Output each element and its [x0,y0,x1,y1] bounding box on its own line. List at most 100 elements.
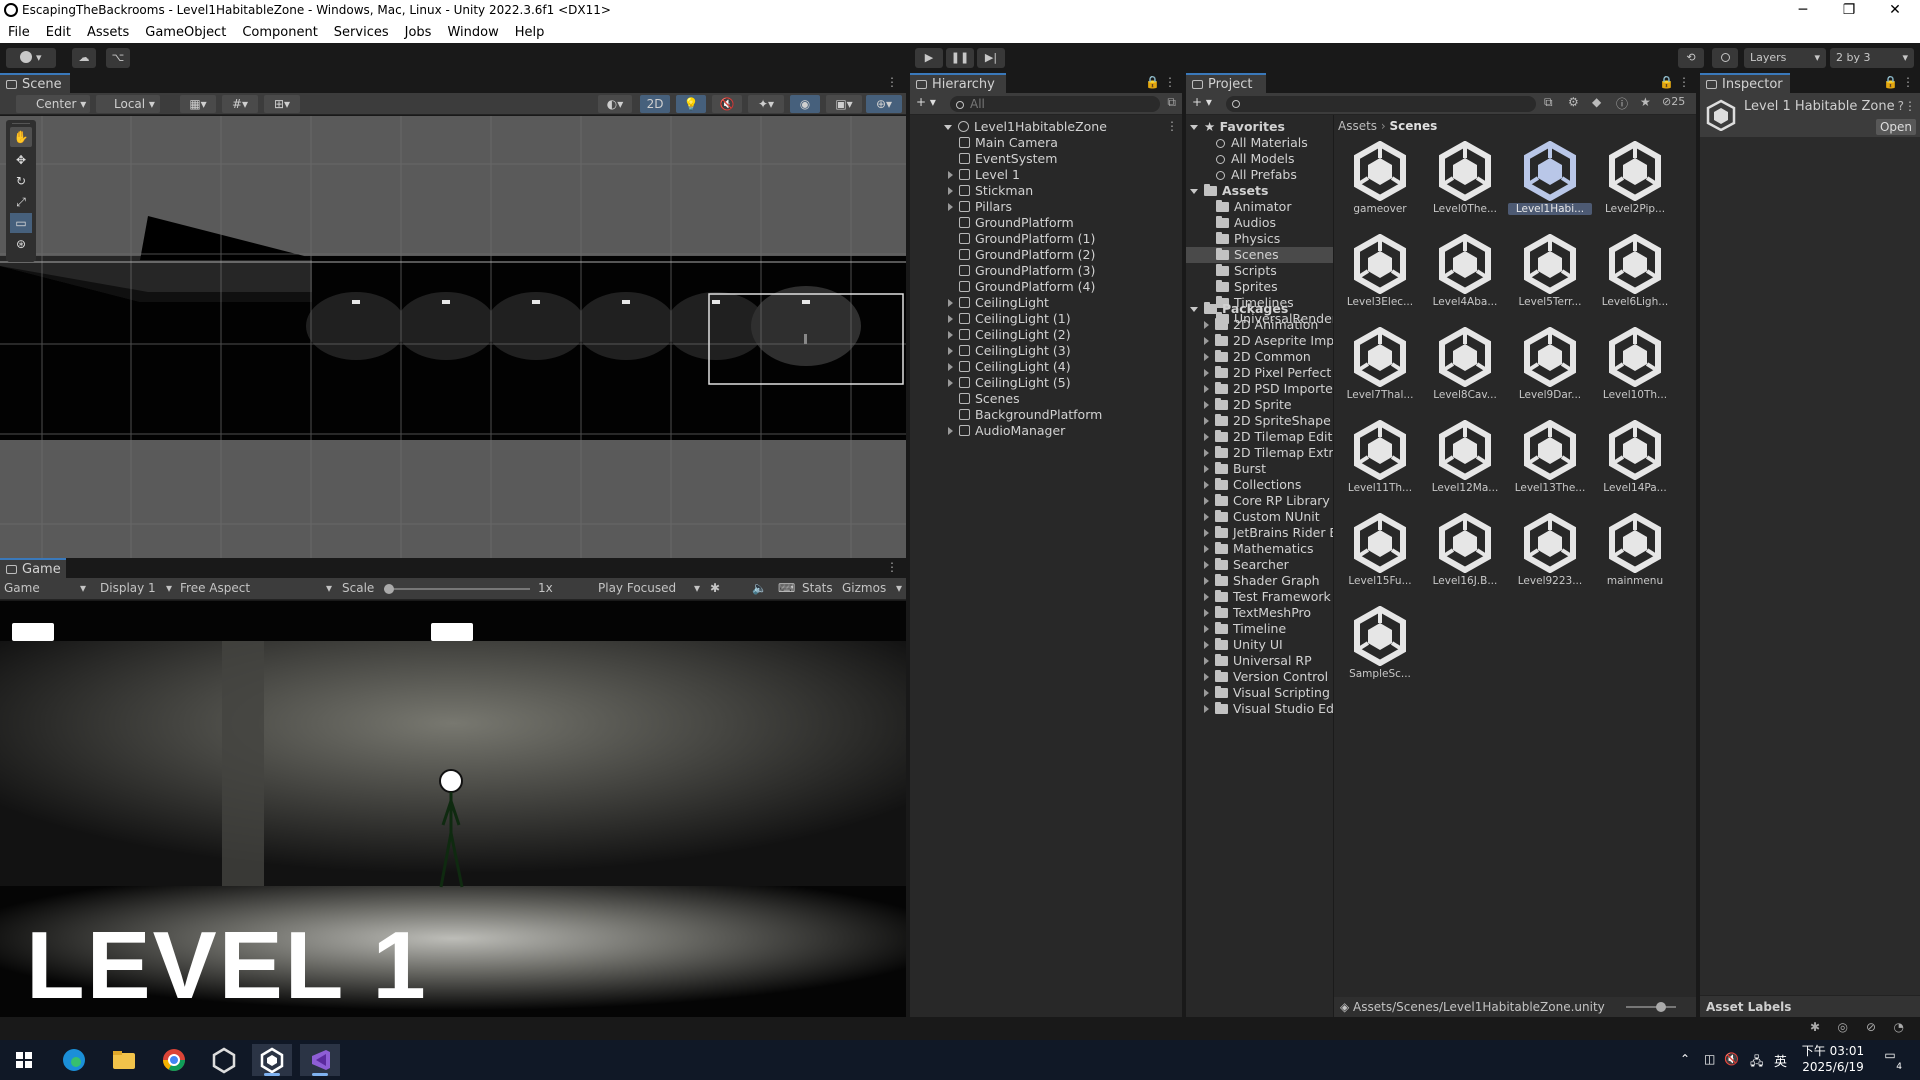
hierarchy-root-scene[interactable]: Level1HabitableZone [944,119,1164,135]
menu-window[interactable]: Window [439,22,506,42]
package-item[interactable]: Searcher [1204,557,1289,573]
cache-icon[interactable]: ◎ [1838,1020,1848,1034]
scene-asset[interactable]: Level16J.B... [1423,509,1507,599]
hierarchy-item[interactable]: GroundPlatform (2) [948,247,1095,263]
pause-button[interactable]: ❚❚ [946,48,974,68]
filter-icon[interactable]: ⧉ [1167,95,1176,110]
asset-folder-item[interactable]: Scripts [1186,263,1333,279]
favorites-header[interactable]: ★ Favorites [1190,119,1285,135]
expand-arrow-icon[interactable] [1204,369,1209,377]
transform-tool-icon[interactable]: ⊛ [10,234,32,254]
hierarchy-item[interactable]: CeilingLight (2) [948,327,1071,343]
package-item[interactable]: 2D Tilemap Extras [1204,445,1333,461]
hierarchy-item[interactable]: BackgroundPlatform [948,407,1102,423]
assets-header[interactable]: Assets [1190,183,1268,199]
package-item[interactable]: Timeline [1204,621,1286,637]
menu-assets[interactable]: Assets [79,22,137,42]
expand-arrow-icon[interactable] [1204,705,1209,713]
collab-button[interactable]: ⌥ [106,48,130,68]
expand-arrow-icon[interactable] [1204,529,1209,537]
hierarchy-item[interactable]: CeilingLight (5) [948,375,1071,391]
package-item[interactable]: 2D Sprite [1204,397,1292,413]
lock-icon[interactable]: 🔒 [1883,75,1898,89]
hierarchy-item[interactable]: CeilingLight (4) [948,359,1071,375]
visual-studio-app[interactable] [300,1044,340,1076]
scene-asset[interactable]: Level1Habi... [1508,137,1592,227]
start-button[interactable] [4,1044,44,1076]
camera-tray-icon[interactable]: ◫ [1704,1052,1715,1066]
hidden-objects-toggle[interactable]: ◉ [790,95,820,113]
grid-visibility-button[interactable]: #▾ [222,95,258,113]
create-asset-button[interactable]: + ▾ [1192,95,1212,109]
expand-arrow-icon[interactable] [1204,561,1209,569]
expand-arrow-icon[interactable] [948,347,953,355]
view-dropdown[interactable]: Game ▾ [4,581,88,595]
kebab-menu-icon[interactable]: ⋮ [1166,119,1178,133]
file-explorer-app[interactable] [104,1044,144,1076]
display-dropdown[interactable]: Display 1 ▾ [100,581,172,595]
asset-folder-item[interactable]: Scenes [1186,247,1333,263]
scale-slider-knob[interactable] [384,584,394,594]
hierarchy-item[interactable]: EventSystem [948,151,1057,167]
scene-asset[interactable]: SampleSc... [1338,602,1422,692]
expand-arrow-icon[interactable] [1204,513,1209,521]
scene-asset[interactable]: Level8Cav... [1423,323,1507,413]
menu-jobs[interactable]: Jobs [397,22,440,42]
keyboard-icon[interactable]: ⌨ [778,581,795,595]
draw-mode-button[interactable]: ◐▾ [598,95,632,113]
space-dropdown[interactable]: Local ▾ [96,95,160,113]
expand-arrow-icon[interactable] [1204,689,1209,697]
expand-arrow-icon[interactable] [1204,321,1209,329]
bug-icon[interactable]: ✱ [1810,1020,1820,1034]
package-item[interactable]: Universal RP [1204,653,1312,669]
scene-asset[interactable]: Level4Aba... [1423,230,1507,320]
scene-view[interactable]: ✋ ✥ ↻ ⤢ ▭ ⊛ [0,116,906,558]
package-item[interactable]: Unity UI [1204,637,1283,653]
expand-arrow-icon[interactable] [1204,577,1209,585]
lighting-toggle[interactable]: 💡 [676,95,706,113]
hierarchy-item[interactable]: GroundPlatform (3) [948,263,1095,279]
tab-project[interactable]: Project [1186,73,1266,93]
restore-button[interactable]: ❐ [1826,0,1872,22]
menu-help[interactable]: Help [507,22,553,42]
package-item[interactable]: Test Framework [1204,589,1331,605]
menu-component[interactable]: Component [234,22,325,42]
history-button[interactable]: ⟲ [1678,48,1704,68]
scene-asset[interactable]: Level2Pip... [1593,137,1677,227]
expand-arrow-icon[interactable] [948,331,953,339]
package-item[interactable]: 2D Tilemap Editor [1204,429,1333,445]
move-tool-icon[interactable]: ✥ [10,150,32,170]
effects-toggle[interactable]: ✦▾ [748,95,784,113]
gizmos-dropdown[interactable]: Gizmos ▾ [842,581,902,595]
scene-asset[interactable]: Level12Ma... [1423,416,1507,506]
expand-arrow-icon[interactable] [1204,625,1209,633]
scene-asset[interactable]: Level5Terr... [1508,230,1592,320]
hierarchy-item[interactable]: GroundPlatform (1) [948,231,1095,247]
play-mode-dropdown[interactable]: Play Focused ▾ [598,581,700,595]
camera-settings-button[interactable]: ▣▾ [826,95,862,113]
expand-arrow-icon[interactable] [1204,385,1209,393]
layers-dropdown[interactable]: Layers ▾ [1744,48,1826,68]
package-item[interactable]: Core RP Library [1204,493,1330,509]
open-button[interactable]: Open [1876,119,1916,135]
chrome-app[interactable] [154,1044,194,1076]
package-item[interactable]: 2D Animation [1204,317,1318,333]
debug-icon[interactable]: ⊘ [1866,1020,1876,1034]
tab-inspector[interactable]: Inspector [1700,73,1790,93]
scene-asset[interactable]: Level9223... [1508,509,1592,599]
label-icon[interactable]: ◆ [1592,95,1601,109]
stats-button[interactable]: Stats [802,581,833,595]
bug-icon[interactable]: ✱ [710,581,720,595]
expand-arrow-icon[interactable] [1204,481,1209,489]
expand-arrow-icon[interactable] [948,171,953,179]
unity-editor-app[interactable] [252,1044,292,1076]
package-item[interactable]: Shader Graph [1204,573,1320,589]
play-button[interactable]: ▶ [915,48,943,68]
expand-arrow-icon[interactable] [948,315,953,323]
hierarchy-item[interactable]: Stickman [948,183,1033,199]
scene-asset[interactable]: Level0The... [1423,137,1507,227]
hierarchy-item[interactable]: CeilingLight [948,295,1049,311]
kebab-menu-icon[interactable]: ⋮ [1902,75,1914,89]
expand-arrow-icon[interactable] [1204,593,1209,601]
tab-game[interactable]: Game [0,558,66,578]
